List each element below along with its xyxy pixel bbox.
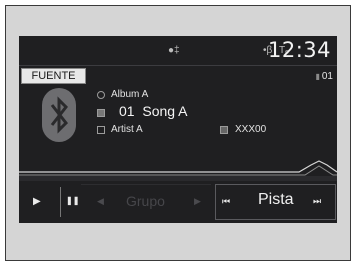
preset-indicator: ▮ 01 <box>315 71 333 82</box>
signal-small-icon: ▮ <box>315 72 320 81</box>
artist-name: Artist A <box>111 124 143 135</box>
music-note-icon <box>97 109 105 117</box>
group-prev-icon[interactable]: ◀ <box>97 196 104 207</box>
source-button[interactable]: FUENTE <box>21 68 86 84</box>
song-name: Song A <box>142 103 188 119</box>
preset-number: 01 <box>321 71 333 82</box>
wave-line <box>19 160 337 181</box>
clock: 12:34 <box>267 38 331 62</box>
album-icon <box>97 91 105 99</box>
skip-back-icon[interactable]: ⏮ <box>222 196 230 207</box>
artist-icon <box>97 126 105 134</box>
song-title: 01 Song A <box>119 103 188 119</box>
album-name: Album A <box>111 89 149 100</box>
play-button[interactable]: ▶ <box>33 196 41 207</box>
status-bar: ●‡ •β Tₑ 12:34 <box>19 36 337 65</box>
group-next-icon[interactable]: ▶ <box>194 196 201 207</box>
pause-button[interactable]: ❚❚ <box>66 196 79 205</box>
bluetooth-phone-icon: ●‡ <box>168 45 180 56</box>
bluetooth-logo-icon <box>42 88 76 142</box>
skip-forward-icon[interactable]: ⏭ <box>313 196 321 207</box>
file-name: XXX00 <box>235 124 267 135</box>
track-number: 01 <box>119 103 135 119</box>
track-label: Pista <box>258 191 294 208</box>
audio-screen: ●‡ •β Tₑ 12:34 FUENTE ▮ 01 Album A 01 Son… <box>19 36 337 223</box>
status-divider <box>19 65 337 66</box>
group-label: Grupo <box>126 193 165 209</box>
file-icon <box>220 126 228 134</box>
